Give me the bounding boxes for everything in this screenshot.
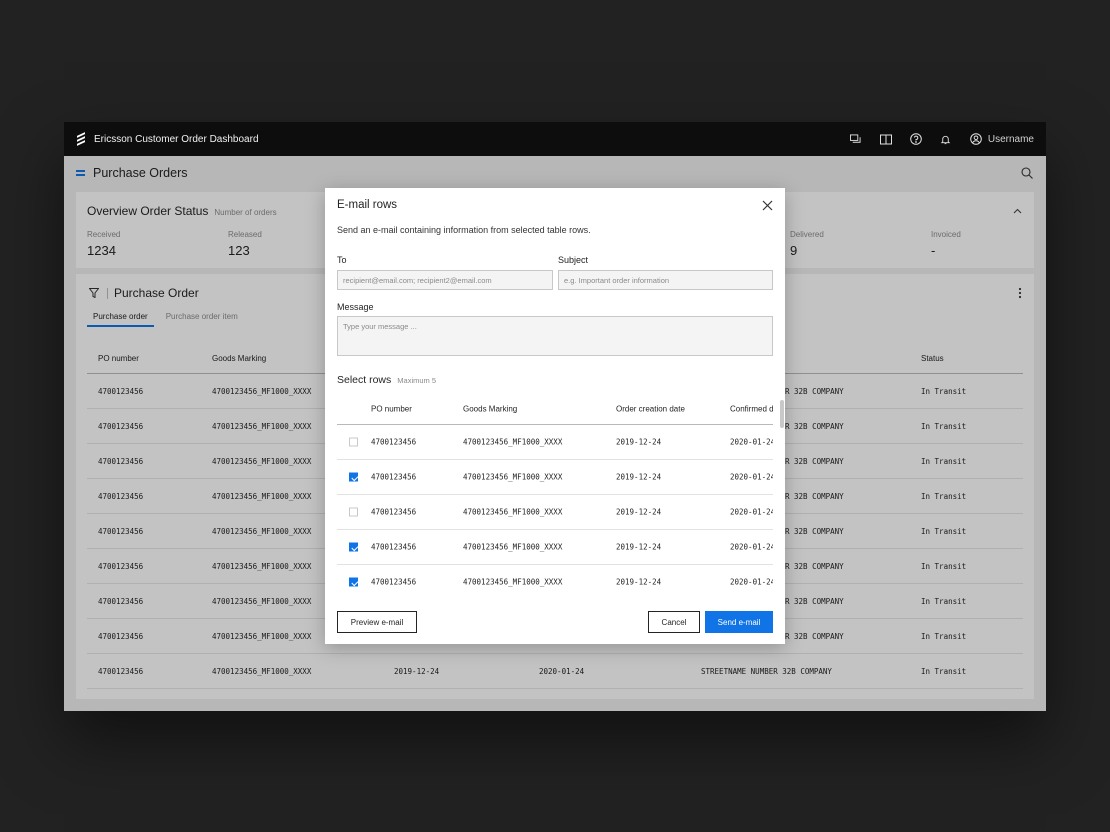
message-textarea[interactable] [337,316,773,356]
row-checkbox[interactable] [349,542,358,552]
cancel-button[interactable]: Cancel [648,611,700,633]
subject-label: Subject [558,255,589,265]
column-header-created[interactable]: Order creation date [616,404,685,413]
table-scrollbar[interactable] [780,400,784,428]
table-row[interactable]: 4700123456 4700123456_MF1000_XXXX 2019-1… [337,565,773,593]
username: Username [987,133,1034,145]
cell-goods: 4700123456_MF1000_XXXX [463,507,563,517]
user-menu[interactable]: Username [969,132,1034,146]
cell-goods: 4700123456_MF1000_XXXX [463,437,563,447]
help-icon[interactable] [909,132,923,146]
table-row[interactable]: 4700123456 4700123456_MF1000_XXXX 2019-1… [337,495,773,530]
chat-icon[interactable] [849,132,863,146]
column-header-goods[interactable]: Goods Marking [463,404,517,413]
cell-confirmed: 2020-01-24 [730,542,773,552]
cell-po: 4700123456 [371,507,417,517]
cell-created: 2019-12-24 [616,542,662,552]
close-icon[interactable] [762,198,773,214]
table-row[interactable]: 4700123456 4700123456_MF1000_XXXX 2019-1… [337,460,773,495]
cell-created: 2019-12-24 [616,437,662,447]
cell-po: 4700123456 [371,472,417,482]
subject-input[interactable] [558,270,773,290]
cell-confirmed: 2020-01-24 [730,577,773,587]
cell-confirmed: 2020-01-24 [730,472,773,482]
cell-goods: 4700123456_MF1000_XXXX [463,577,563,587]
to-label: To [337,255,347,265]
cell-created: 2019-12-24 [616,507,662,517]
table-row[interactable]: 4700123456 4700123456_MF1000_XXXX 2019-1… [337,530,773,565]
user-icon [969,132,983,146]
select-rows-hint: Maximum 5 [397,376,437,385]
cell-goods: 4700123456_MF1000_XXXX [463,472,563,482]
select-rows-heading: Select rows Maximum 5 [337,374,436,386]
cell-po: 4700123456 [371,577,417,587]
dialog-description: Send an e-mail containing information fr… [337,225,591,235]
cell-created: 2019-12-24 [616,472,662,482]
brand[interactable]: Ericsson Customer Order Dashboard [76,132,259,146]
cell-confirmed: 2020-01-24 [730,437,773,447]
email-rows-dialog: E-mail rows Send an e-mail containing in… [325,188,785,644]
row-checkbox[interactable] [349,472,358,482]
cell-created: 2019-12-24 [616,577,662,587]
preview-email-button[interactable]: Preview e-mail [337,611,417,633]
row-checkbox[interactable] [349,577,358,587]
row-checkbox[interactable] [349,437,358,447]
column-header-po[interactable]: PO number [371,404,412,413]
table-header: PO number Goods Marking Order creation d… [337,393,773,425]
message-label: Message [337,302,374,312]
send-email-button[interactable]: Send e-mail [705,611,773,633]
dialog-title: E-mail rows [337,199,398,211]
bell-icon[interactable] [939,132,953,146]
to-input[interactable] [337,270,553,290]
book-icon[interactable] [879,132,893,146]
cell-goods: 4700123456_MF1000_XXXX [463,542,563,552]
app-title: Ericsson Customer Order Dashboard [94,133,259,145]
top-bar: Ericsson Customer Order Dashboard Userna… [64,122,1046,156]
cell-po: 4700123456 [371,542,417,552]
select-rows-title: Select rows [337,374,392,386]
table-row[interactable]: 4700123456 4700123456_MF1000_XXXX 2019-1… [337,425,773,460]
row-checkbox[interactable] [349,507,358,517]
column-header-confirmed[interactable]: Confirmed d [730,404,773,413]
cell-confirmed: 2020-01-24 [730,507,773,517]
cell-po: 4700123456 [371,437,417,447]
ericsson-logo-icon [76,132,86,146]
select-rows-table: PO number Goods Marking Order creation d… [337,393,773,593]
